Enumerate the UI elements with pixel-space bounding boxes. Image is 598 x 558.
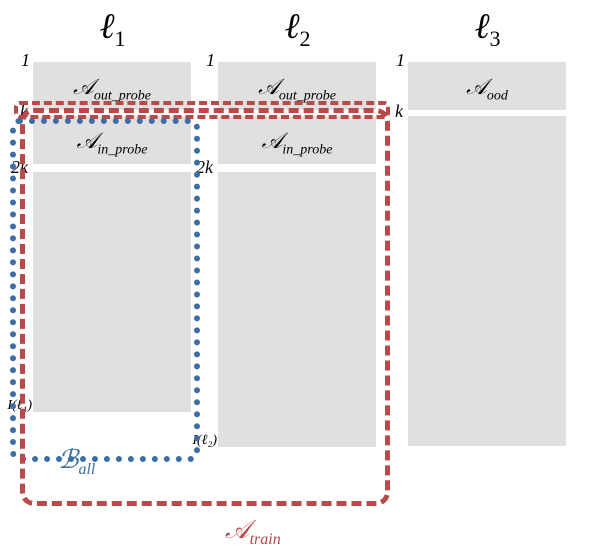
l2-tick-1: 1 (185, 50, 215, 71)
l1-out-probe-label: 𝒜out_probe (33, 74, 191, 104)
header-l1-text: ℓ1 (100, 6, 126, 46)
l3-ood-label: 𝒜ood (408, 74, 566, 104)
l3-ood: 𝒜ood (408, 62, 566, 110)
a-train-label: 𝒜train (225, 515, 281, 549)
l3-tick-1: 1 (375, 50, 405, 71)
l3-rest (408, 116, 566, 446)
header-l2: ℓ2 (215, 5, 380, 52)
header-l3: ℓ3 (405, 5, 570, 52)
l2-out-probe-label: 𝒜out_probe (218, 74, 376, 104)
header-l1: ℓ1 (30, 5, 195, 52)
header-l2-text: ℓ2 (285, 6, 311, 46)
l1-tick-1: 1 (0, 50, 30, 71)
header-l3-text: ℓ3 (475, 6, 501, 46)
b-all-label: ℬall (58, 445, 95, 479)
